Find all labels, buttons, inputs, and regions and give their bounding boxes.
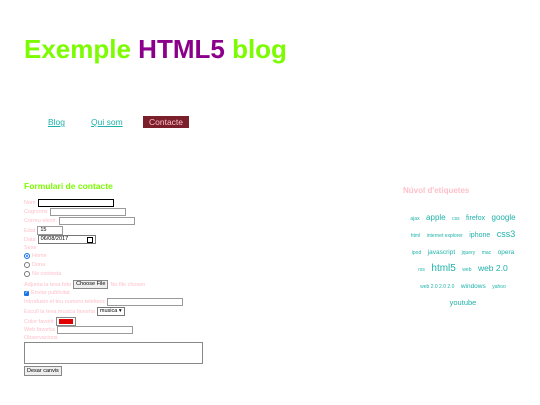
date-label: Data: [24, 236, 36, 243]
tag-link[interactable]: iphone: [469, 232, 490, 239]
sex-radio-home[interactable]: [24, 253, 30, 259]
tag-link[interactable]: mac: [482, 250, 491, 256]
sex-row: Sexe: [24, 245, 37, 251]
color-swatch: [58, 319, 73, 324]
sex-option-label: Home: [32, 253, 47, 259]
file-status: No file chosen: [110, 281, 146, 288]
tag-link[interactable]: jquery: [462, 250, 476, 256]
email-field[interactable]: [59, 217, 136, 225]
surname-field[interactable]: [49, 208, 126, 216]
music-label: Escull la teva musica favorita: [24, 308, 95, 315]
tag-link[interactable]: css: [452, 216, 460, 222]
tag-link[interactable]: ipod: [412, 250, 421, 256]
nav-contact-link[interactable]: Contacte: [143, 116, 189, 128]
title-html5: HTML5: [138, 34, 225, 64]
choose-file-button[interactable]: Choose File: [73, 280, 109, 289]
notes-label: Observacions: [24, 335, 58, 341]
phone-label: Introdueix el teu numero telefonic: [24, 299, 106, 305]
calendar-icon[interactable]: [86, 237, 93, 243]
tag-link[interactable]: firefox: [466, 215, 485, 222]
publicity-label: Enviar publicitat: [31, 290, 70, 296]
sex-option-label: No contesta: [32, 271, 62, 277]
name-label: Nom: [24, 200, 36, 206]
page-title: Exemple HTML5 blog: [24, 34, 287, 65]
file-label: Adjunta la teva foto: [24, 281, 72, 288]
music-row: Escull la teva musica favorita musica ▾: [24, 307, 125, 316]
surname-row: Cognoms: [24, 208, 126, 216]
title-end: blog: [224, 34, 287, 64]
music-value: musica: [99, 308, 118, 314]
name-row: Nom: [24, 199, 114, 207]
sex-label: Sexe: [24, 245, 37, 251]
sex-radio-no-contesta[interactable]: [24, 271, 30, 277]
nav-about-link[interactable]: Qui som: [91, 117, 123, 127]
age-label: Edat: [24, 227, 36, 234]
tag-link[interactable]: yahoo: [492, 284, 506, 290]
date-field[interactable]: 06/08/2017: [37, 235, 96, 244]
surname-label: Cognoms: [24, 209, 48, 215]
publicity-checkbox[interactable]: ✓: [24, 290, 29, 296]
tag-link[interactable]: google: [492, 213, 516, 222]
web-field[interactable]: [56, 326, 133, 334]
file-row: Adjunta la teva foto Choose File No file…: [24, 280, 145, 289]
form-title: Formulari de contacte: [24, 181, 113, 191]
music-select[interactable]: musica ▾: [96, 307, 125, 316]
tag-link[interactable]: web: [462, 267, 471, 273]
sex-option-row: No contesta: [24, 271, 61, 277]
tag-link[interactable]: css3: [497, 229, 516, 239]
color-label: Color favorit: [24, 318, 54, 325]
tag-link[interactable]: opera: [498, 249, 515, 256]
tag-link[interactable]: web 2.0: [478, 263, 508, 273]
tag-link[interactable]: javascript: [428, 249, 455, 256]
email-label: Correu electr.: [24, 218, 58, 224]
notes-row: Observacions: [24, 335, 58, 341]
tag-link[interactable]: ajax: [410, 216, 419, 222]
tag-link[interactable]: youtube: [450, 298, 477, 307]
submit-button[interactable]: Desar canvis: [24, 366, 62, 376]
sex-option-row: Dona: [24, 262, 45, 268]
web-row: Web favorita: [24, 326, 133, 334]
sex-option-row: Home: [24, 253, 47, 259]
title-start: Exemple: [24, 34, 139, 64]
color-row: Color favorit: [24, 317, 76, 326]
tag-link[interactable]: html: [411, 233, 420, 239]
tag-cloud-title: Núvol d'etiquetes: [403, 186, 470, 195]
age-field[interactable]: 15: [37, 226, 64, 235]
notes-textarea[interactable]: [24, 342, 203, 364]
publicity-row: ✓ Enviar publicitat: [24, 290, 70, 296]
tag-link[interactable]: internet explorer: [427, 233, 463, 239]
tag-link[interactable]: html5: [431, 263, 455, 274]
date-value: 06/08/2017: [40, 236, 69, 242]
name-field[interactable]: [37, 199, 114, 207]
sex-radio-dona[interactable]: [24, 262, 30, 268]
sex-option-label: Dona: [32, 262, 46, 268]
phone-row: Introdueix el teu numero telefonic: [24, 298, 184, 306]
tag-link[interactable]: windows: [461, 283, 486, 290]
tag-link[interactable]: rss: [418, 267, 425, 273]
email-row: Correu electr.: [24, 217, 136, 225]
age-row: Edat 15: [24, 226, 64, 235]
web-label: Web favorita: [24, 327, 55, 333]
phone-field[interactable]: [107, 298, 184, 306]
tag-link[interactable]: apple: [426, 213, 446, 222]
tag-link[interactable]: web 2.0 2.0 2.0: [420, 284, 454, 290]
nav-blog-link[interactable]: Blog: [48, 117, 65, 127]
tag-cloud: ajax apple css firefox google html inter…: [405, 209, 521, 309]
date-row: Data 06/08/2017: [24, 235, 96, 244]
color-picker[interactable]: [55, 317, 76, 326]
